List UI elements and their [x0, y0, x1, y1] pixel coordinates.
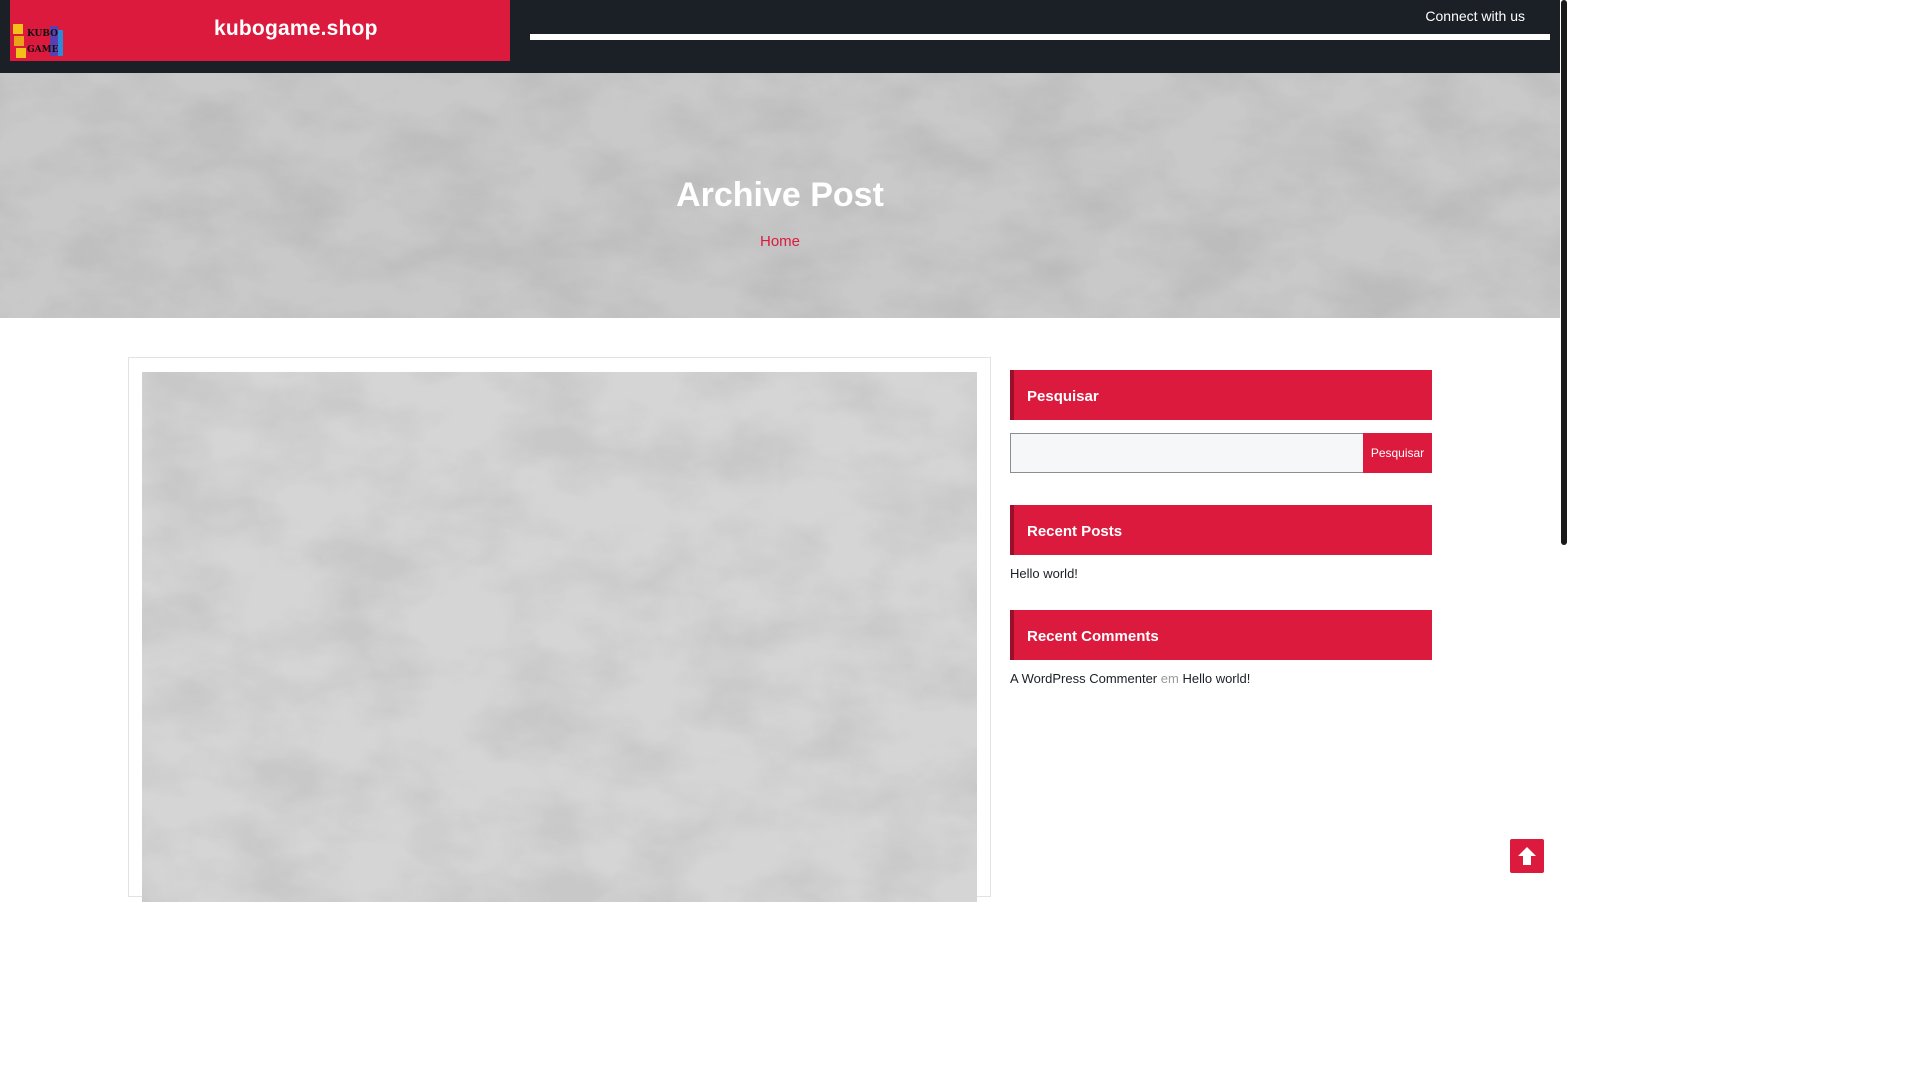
search-widget-heading: Pesquisar [1010, 370, 1432, 420]
page-title: Archive Post [676, 176, 884, 214]
site-title[interactable]: kubogame.shop [214, 17, 378, 41]
recent-post-link[interactable]: Hello world! [1010, 566, 1078, 581]
top-header: KUBO GAME kubogame.shop Connect with us [0, 0, 1560, 73]
site-logo[interactable]: KUBO GAME [10, 18, 66, 64]
search-button[interactable]: Pesquisar [1363, 433, 1432, 473]
nav-bar [530, 34, 1550, 40]
post-image-texture [142, 372, 977, 902]
comment-post-link[interactable]: Hello world! [1182, 671, 1250, 686]
breadcrumb-home[interactable]: Home [0, 233, 1560, 250]
scrollbar-thumb[interactable] [1561, 0, 1567, 545]
svg-text:KUBO: KUBO [27, 29, 58, 39]
post-featured-image[interactable] [142, 372, 977, 902]
comment-separator: em [1160, 671, 1179, 686]
arrow-up-icon [1518, 847, 1536, 865]
post-card [128, 357, 991, 902]
search-input[interactable] [1010, 433, 1364, 473]
svg-text:GAME: GAME [27, 45, 59, 55]
recent-comments-heading: Recent Comments [1010, 610, 1432, 660]
connect-link[interactable]: Connect with us [1425, 8, 1525, 24]
recent-posts-heading: Recent Posts [1010, 505, 1432, 555]
back-to-top-button[interactable] [1510, 839, 1544, 873]
hero-banner: Archive Post Home [0, 73, 1560, 318]
brand-block: KUBO GAME kubogame.shop [10, 0, 510, 61]
recent-comment-item: A WordPress Commenter em Hello world! [1010, 671, 1250, 686]
comment-author-link[interactable]: A WordPress Commenter [1010, 671, 1157, 686]
